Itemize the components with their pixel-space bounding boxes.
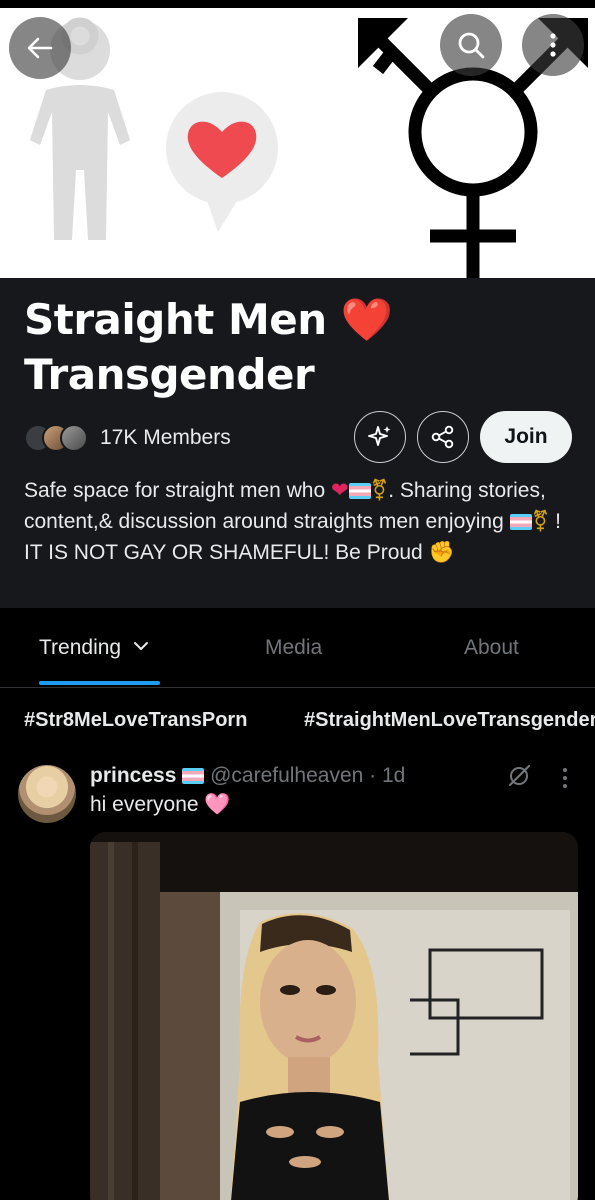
post-author-handle[interactable]: @carefulheaven bbox=[210, 764, 363, 787]
hashtag-chip[interactable]: #StraightMenLoveTransgender bbox=[304, 709, 595, 732]
members-count: 17K Members bbox=[100, 426, 231, 449]
share-button[interactable] bbox=[417, 411, 469, 463]
grok-icon[interactable] bbox=[506, 763, 532, 789]
arrow-left-icon bbox=[27, 37, 53, 59]
sparkle-button[interactable] bbox=[354, 411, 406, 463]
red-heart-emoji: ❤️ bbox=[340, 295, 393, 344]
post-author-name[interactable]: princess bbox=[90, 764, 176, 787]
member-avatar bbox=[60, 424, 88, 452]
title-line1: Straight Men bbox=[24, 295, 327, 344]
post-media-image[interactable] bbox=[90, 832, 578, 1200]
tab-trending-label: Trending bbox=[39, 636, 122, 659]
description-part1: Safe space for straight men who bbox=[24, 479, 331, 502]
back-button[interactable] bbox=[9, 17, 71, 79]
tab-media[interactable]: Media bbox=[265, 636, 322, 660]
transgender-symbol-icon: ⚧ bbox=[370, 478, 389, 502]
post-item[interactable]: princess @carefulheaven · 1d hi everyone… bbox=[0, 752, 595, 1200]
transgender-symbol-icon: ⚧ bbox=[531, 509, 550, 533]
more-options-button[interactable] bbox=[522, 14, 584, 76]
tab-trending[interactable]: Trending bbox=[39, 636, 149, 660]
sparkle-icon bbox=[368, 426, 391, 446]
share-icon bbox=[431, 425, 454, 449]
avatar[interactable] bbox=[18, 765, 76, 823]
banner-illustration bbox=[30, 17, 588, 278]
search-icon bbox=[458, 32, 485, 59]
more-vertical-icon[interactable] bbox=[561, 767, 569, 789]
search-button[interactable] bbox=[440, 14, 502, 76]
post-text: hi everyone 🩷 bbox=[90, 793, 231, 817]
post-header: princess @carefulheaven · 1d bbox=[90, 764, 405, 788]
community-description: Safe space for straight men who ❤ ⚧. Shar… bbox=[24, 475, 572, 568]
transgender-flag-icon bbox=[509, 514, 532, 530]
hashtag-row: #Str8MeLoveTransPorn #StraightMenLoveTra… bbox=[0, 688, 595, 752]
active-tab-indicator bbox=[39, 681, 160, 685]
title-line2: Transgender bbox=[24, 350, 315, 399]
community-title: Straight Men ❤️ Transgender bbox=[24, 292, 564, 402]
red-heart-emoji: ❤ bbox=[331, 479, 349, 502]
community-header: Straight Men ❤️ Transgender 17K Members … bbox=[0, 278, 595, 608]
photo bbox=[90, 832, 578, 1200]
post-time: · 1d bbox=[369, 764, 406, 787]
more-vertical-icon bbox=[550, 33, 556, 57]
chevron-down-icon bbox=[133, 642, 148, 650]
members-row[interactable]: 17K Members bbox=[24, 420, 231, 456]
community-tabs: Trending Media About bbox=[0, 608, 595, 688]
hashtag-chip[interactable]: #Str8MeLoveTransPorn bbox=[24, 709, 247, 732]
tab-about[interactable]: About bbox=[464, 636, 519, 660]
transgender-flag-icon bbox=[182, 768, 205, 784]
post-text-body: hi everyone bbox=[90, 793, 205, 816]
raised-fist-icon: ✊ bbox=[428, 540, 455, 564]
transgender-flag-icon bbox=[348, 483, 371, 499]
join-button[interactable]: Join bbox=[480, 411, 572, 463]
pink-heart-emoji: 🩷 bbox=[204, 793, 231, 816]
community-banner bbox=[0, 0, 595, 278]
